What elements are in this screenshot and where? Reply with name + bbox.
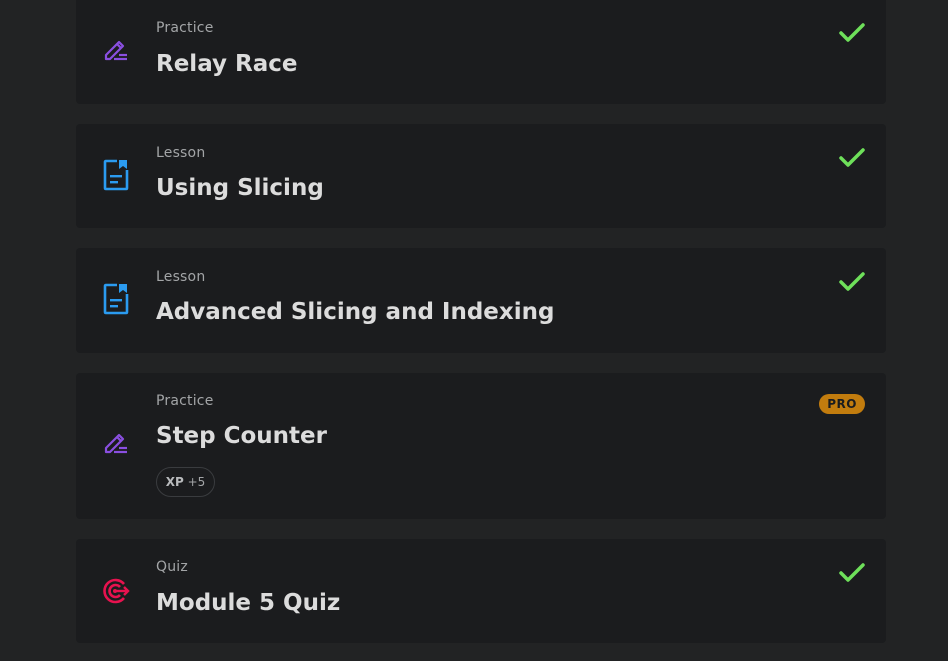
item-type-label: Lesson [156,145,206,161]
checkmark-icon [839,272,865,291]
lesson-document-icon [103,159,129,191]
module-item-using-slicing[interactable]: Lesson Using Slicing [76,124,886,228]
item-type-label: Practice [156,20,214,36]
target-quiz-icon [103,578,130,604]
item-title: Advanced Slicing and Indexing [156,299,555,325]
item-type-label: Lesson [156,269,206,285]
item-title: Step Counter [156,423,327,449]
item-title: Relay Race [156,51,298,77]
lesson-document-icon [103,283,129,315]
item-title: Using Slicing [156,175,324,201]
module-item-module-5-quiz[interactable]: Quiz Module 5 Quiz [76,539,886,643]
checkmark-icon [839,563,865,582]
checkmark-icon [839,23,865,42]
pencil-practice-icon [104,40,127,61]
pencil-practice-icon [104,433,127,454]
module-item-relay-race[interactable]: Practice Relay Race [76,0,886,104]
xp-reward-pill: XP +5 [156,467,215,497]
module-item-step-counter[interactable]: Practice Step Counter PRO XP +5 [76,373,886,519]
xp-label: XP [165,475,184,489]
module-item-advanced-slicing[interactable]: Lesson Advanced Slicing and Indexing [76,248,886,353]
item-type-label: Quiz [156,559,188,575]
pro-badge: PRO [819,394,865,414]
xp-value: +5 [187,475,206,489]
checkmark-icon [839,148,865,167]
item-title: Module 5 Quiz [156,590,341,616]
item-type-label: Practice [156,393,214,409]
